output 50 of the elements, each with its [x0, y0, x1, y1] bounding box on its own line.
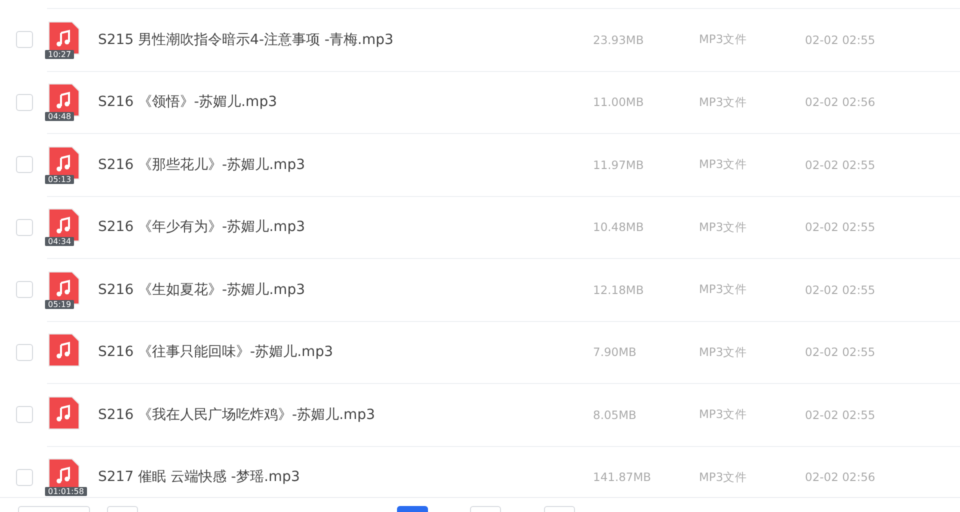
checkbox[interactable] [16, 281, 33, 298]
duration-badge: 04:48 [45, 112, 74, 122]
duration-badge: 05:19 [45, 300, 74, 309]
modified-time: 02-02 02:55 [805, 345, 876, 360]
duration-badge: 01:01:58 [45, 487, 87, 496]
checkbox[interactable] [16, 94, 33, 111]
file-type: MP3文件 [699, 282, 748, 298]
file-type: MP3文件 [699, 94, 748, 110]
modified-time: 02-02 02:55 [805, 282, 876, 297]
file-size: 7.90MB [593, 345, 638, 360]
file-type: MP3文件 [699, 220, 748, 235]
file-name[interactable]: S216 《那些花儿》-苏媚儿.mp3 [98, 156, 593, 174]
file-type: MP3文件 [699, 344, 748, 360]
file-name[interactable]: S217 催眠 云端快感 -梦瑶.mp3 [98, 468, 593, 486]
file-size: 141.87MB [593, 470, 652, 484]
music-file-icon [48, 333, 80, 368]
file-type: MP3文件 [699, 32, 748, 48]
checkbox[interactable] [16, 406, 33, 424]
file-type: MP3文件 [699, 157, 748, 172]
file-name[interactable]: S215 男性潮吹指令暗示4-注意事项 -青梅.mp3 [98, 30, 593, 49]
modified-time: 02-02 02:56 [805, 470, 876, 484]
checkbox[interactable] [16, 218, 33, 236]
file-size: 12.18MB [593, 282, 645, 297]
file-size: 10.48MB [593, 220, 645, 234]
modified-time: 02-02 02:56 [805, 95, 876, 110]
checkbox[interactable] [16, 31, 33, 48]
modified-time: 02-02 02:55 [805, 32, 876, 47]
checkbox[interactable] [16, 156, 33, 174]
file-size: 23.93MB [593, 32, 645, 47]
file-name[interactable]: S216 《往事只能回味》-苏媚儿.mp3 [98, 343, 593, 362]
file-size: 8.05MB [593, 408, 638, 422]
checkbox[interactable] [16, 344, 33, 361]
duration-badge: 10:27 [45, 50, 74, 59]
music-file-icon [48, 396, 80, 430]
file-name[interactable]: S216 《年少有为》-苏媚儿.mp3 [98, 218, 593, 236]
modified-time: 02-02 02:55 [805, 408, 876, 422]
modified-time: 02-02 02:55 [805, 158, 876, 172]
duration-badge: 05:13 [45, 174, 74, 184]
file-size: 11.00MB [593, 95, 645, 110]
music-file-icon [48, 208, 80, 242]
music-file-icon [48, 83, 80, 118]
file-type: MP3文件 [699, 470, 748, 485]
file-name[interactable]: S216 《我在人民广场吃炸鸡》-苏媚儿.mp3 [98, 406, 593, 424]
file-name[interactable]: S216 《领悟》-苏媚儿.mp3 [98, 93, 593, 112]
file-name[interactable]: S216 《生如夏花》-苏媚儿.mp3 [98, 280, 593, 299]
duration-badge: 04:34 [45, 237, 74, 246]
file-type: MP3文件 [699, 407, 748, 422]
file-size: 11.97MB [593, 158, 645, 172]
modified-time: 02-02 02:55 [805, 220, 876, 234]
checkbox[interactable] [16, 468, 33, 486]
